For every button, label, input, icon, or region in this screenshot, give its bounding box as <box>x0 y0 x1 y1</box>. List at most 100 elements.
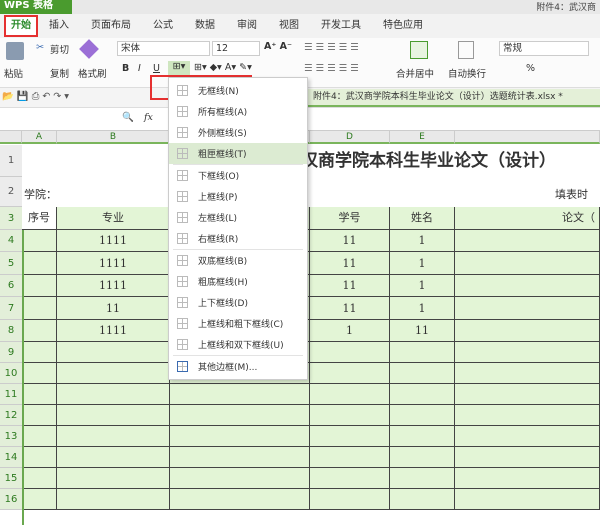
fx-icon[interactable]: fx <box>144 112 153 123</box>
table-cell[interactable] <box>57 363 170 384</box>
underline-button[interactable]: U <box>153 63 160 74</box>
tab-formula[interactable]: 公式 <box>142 14 184 38</box>
italic-button[interactable]: I <box>138 63 141 74</box>
table-cell[interactable] <box>310 384 390 405</box>
table-cell[interactable] <box>310 363 390 384</box>
table-cell[interactable]: 1111 <box>57 230 170 252</box>
header-thesis[interactable]: 论文（ <box>455 207 600 230</box>
table-cell[interactable] <box>455 297 600 320</box>
row-header[interactable]: 4 <box>0 230 22 252</box>
file-tab[interactable]: 附件4：武汉商学院本科生毕业论文（设计）选题统计表.xlsx * <box>305 89 600 107</box>
table-cell[interactable] <box>57 426 170 447</box>
table-cell[interactable] <box>22 320 57 342</box>
table-cell[interactable] <box>455 489 600 510</box>
table-cell[interactable] <box>455 342 600 363</box>
menu-item-border[interactable]: 上下框线(D) <box>169 292 307 313</box>
table-cell[interactable] <box>455 320 600 342</box>
menu-item-border[interactable]: 粗匣框线(T) <box>169 143 307 164</box>
row-header[interactable]: 8 <box>0 320 22 342</box>
cut-button[interactable]: 剪切 <box>50 42 69 56</box>
table-cell[interactable] <box>22 426 57 447</box>
table-cell[interactable] <box>310 489 390 510</box>
row-header[interactable]: 15 <box>0 468 22 489</box>
tab-special[interactable]: 特色应用 <box>372 14 434 38</box>
table-cell[interactable]: 11 <box>57 297 170 320</box>
table-cell[interactable] <box>170 489 310 510</box>
wrap-text-button[interactable]: 自动换行 <box>448 66 486 80</box>
table-cell[interactable] <box>390 447 455 468</box>
tab-developer[interactable]: 开发工具 <box>310 14 372 38</box>
col-header-e[interactable]: E <box>390 131 455 144</box>
tab-review[interactable]: 审阅 <box>226 14 268 38</box>
table-cell[interactable]: 1 <box>390 297 455 320</box>
percent-button[interactable]: % <box>526 63 535 74</box>
fill-color-icon[interactable]: ⊞▾ ◆▾ A▾ ✎▾ <box>194 62 252 73</box>
borders-dropdown-button[interactable]: ⊞▾ <box>168 61 190 76</box>
table-cell[interactable] <box>22 342 57 363</box>
tab-insert[interactable]: 插入 <box>38 14 80 38</box>
table-cell[interactable] <box>390 468 455 489</box>
tab-home[interactable]: 开始 <box>4 15 38 37</box>
table-cell[interactable] <box>22 252 57 275</box>
tab-view[interactable]: 视图 <box>268 14 310 38</box>
row-header[interactable]: 14 <box>0 447 22 468</box>
table-cell[interactable] <box>22 489 57 510</box>
header-major[interactable]: 专业 <box>57 207 170 230</box>
header-name[interactable]: 姓名 <box>390 207 455 230</box>
table-cell[interactable] <box>310 405 390 426</box>
menu-item-border[interactable]: 上框线和粗下框线(C) <box>169 313 307 334</box>
col-header-d[interactable]: D <box>310 131 390 144</box>
table-cell[interactable] <box>170 405 310 426</box>
table-cell[interactable]: 1 <box>390 252 455 275</box>
table-cell[interactable]: 1111 <box>57 252 170 275</box>
table-cell[interactable] <box>170 384 310 405</box>
menu-item-border[interactable]: 右框线(R) <box>169 228 307 249</box>
bold-button[interactable]: B <box>122 63 129 74</box>
row-header[interactable]: 12 <box>0 405 22 426</box>
table-cell[interactable]: 11 <box>310 297 390 320</box>
wps-app-menu[interactable]: WPS 表格 <box>0 0 72 14</box>
table-cell[interactable] <box>22 447 57 468</box>
table-cell[interactable] <box>22 405 57 426</box>
menu-item-border[interactable]: 上框线和双下框线(U) <box>169 334 307 355</box>
table-cell[interactable] <box>455 468 600 489</box>
table-cell[interactable] <box>170 447 310 468</box>
row-header[interactable]: 13 <box>0 426 22 447</box>
table-cell[interactable] <box>455 384 600 405</box>
menu-item-border[interactable]: 双底框线(B) <box>169 250 307 271</box>
table-cell[interactable] <box>390 426 455 447</box>
menu-item-border[interactable]: 下框线(O) <box>169 165 307 186</box>
header-student-id[interactable]: 学号 <box>310 207 390 230</box>
grow-font-icon[interactable]: A⁺ A⁻ <box>264 41 292 52</box>
table-cell[interactable] <box>22 384 57 405</box>
row-header[interactable]: 1 <box>0 145 22 177</box>
table-cell[interactable] <box>310 342 390 363</box>
format-painter-button[interactable]: 格式刷 <box>78 66 107 80</box>
menu-item-border[interactable]: 左框线(L) <box>169 207 307 228</box>
copy-button[interactable]: 复制 <box>50 66 69 80</box>
table-cell[interactable]: 11 <box>310 252 390 275</box>
tab-data[interactable]: 数据 <box>184 14 226 38</box>
paste-icon[interactable] <box>6 42 24 60</box>
table-cell[interactable] <box>455 252 600 275</box>
table-cell[interactable] <box>455 426 600 447</box>
row-header[interactable]: 11 <box>0 384 22 405</box>
row-header[interactable]: 9 <box>0 342 22 363</box>
halign-icons[interactable]: ☰ ☰ ☰ ☰ ☰ <box>304 63 359 74</box>
table-cell[interactable] <box>22 468 57 489</box>
row-header[interactable]: 6 <box>0 275 22 297</box>
zoom-icon[interactable]: 🔍 <box>122 112 134 123</box>
table-cell[interactable] <box>390 384 455 405</box>
quick-access-icons[interactable]: 📂 💾 ⎙ ↶ ↷ ▾ <box>2 91 69 102</box>
table-cell[interactable] <box>22 230 57 252</box>
table-cell[interactable] <box>22 297 57 320</box>
table-cell[interactable]: 1 <box>390 230 455 252</box>
row-header[interactable]: 5 <box>0 252 22 275</box>
table-cell[interactable] <box>310 426 390 447</box>
menu-item-border[interactable]: 粗底框线(H) <box>169 271 307 292</box>
menu-item-border[interactable]: 上框线(P) <box>169 186 307 207</box>
table-cell[interactable] <box>57 447 170 468</box>
table-cell[interactable] <box>390 363 455 384</box>
col-header-b[interactable]: B <box>57 131 170 144</box>
font-select[interactable]: 宋体 <box>117 41 210 56</box>
